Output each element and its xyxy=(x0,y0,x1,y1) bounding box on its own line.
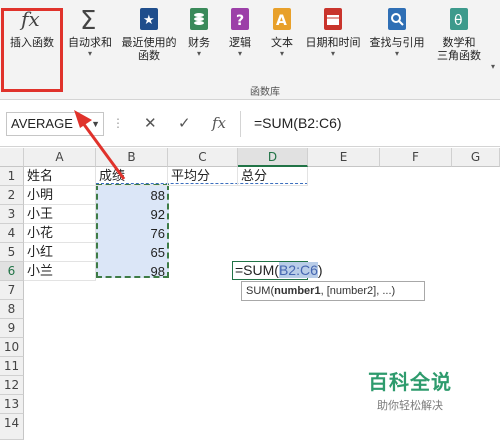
column-header-f[interactable]: F xyxy=(380,148,452,167)
svg-text:A: A xyxy=(276,13,287,29)
math-trig-button[interactable]: θ 数学和 三角函数 xyxy=(432,4,486,62)
active-cell-editor[interactable]: =SUM(B2:C6) xyxy=(232,261,323,280)
date-time-button[interactable]: 日期和时间 ▾ xyxy=(302,4,364,58)
lookup-book-icon xyxy=(388,8,406,30)
enter-check-icon[interactable]: ✓ xyxy=(178,114,191,132)
insert-function-button[interactable]: fx 插入函数 xyxy=(4,4,60,49)
recent-functions-button[interactable]: ★ 最近使用的 函数 xyxy=(116,4,182,62)
chevron-down-icon[interactable]: ▼ xyxy=(91,113,100,135)
row-header[interactable]: 11 xyxy=(0,357,24,376)
cell-name[interactable]: 小红 xyxy=(24,243,96,262)
row-header[interactable]: 14 xyxy=(0,414,24,440)
row-header[interactable]: 2 xyxy=(0,186,24,205)
cell-score[interactable]: 98 xyxy=(96,262,168,281)
cell-score[interactable]: 88 xyxy=(96,186,168,205)
cell-a1[interactable]: 姓名 xyxy=(24,167,96,186)
formula-bar: AVERAGE ▼ ⋮ ✕ ✓ fx =SUM(B2:C6) xyxy=(0,101,500,147)
sigma-icon: Σ xyxy=(80,6,96,34)
math-book-icon: θ xyxy=(450,8,468,30)
text-button[interactable]: A 文本 ▾ xyxy=(266,4,298,58)
cell-name[interactable]: 小花 xyxy=(24,224,96,243)
watermark: 百科全说 助你轻松解决 xyxy=(335,366,485,413)
svg-text:θ: θ xyxy=(454,13,463,29)
column-header-g[interactable]: G xyxy=(452,148,500,167)
row-header[interactable]: 4 xyxy=(0,224,24,243)
svg-text:★: ★ xyxy=(143,13,155,28)
autosum-button[interactable]: Σ 自动求和 ▾ xyxy=(64,4,116,58)
cell-name[interactable]: 小王 xyxy=(24,205,96,224)
row-header[interactable]: 12 xyxy=(0,376,24,395)
star-book-icon: ★ xyxy=(140,8,158,30)
cell-c1[interactable]: 平均分 xyxy=(168,167,238,186)
column-header-c[interactable]: C xyxy=(168,148,238,167)
row-header[interactable]: 6 xyxy=(0,262,24,281)
row-header[interactable]: 10 xyxy=(0,338,24,357)
cell-b1[interactable]: 成绩 xyxy=(96,167,168,186)
insert-function-fx-icon[interactable]: fx xyxy=(212,114,226,132)
lookup-reference-button[interactable]: 查找与引用 ▾ xyxy=(366,4,428,58)
finance-book-icon xyxy=(190,8,208,30)
row-header[interactable]: 8 xyxy=(0,300,24,319)
column-header-d[interactable]: D xyxy=(238,148,308,167)
cell-score[interactable]: 76 xyxy=(96,224,168,243)
logical-button[interactable]: ? 逻辑 ▾ xyxy=(224,4,256,58)
column-header-b[interactable]: B xyxy=(96,148,168,167)
formula-input[interactable]: =SUM(B2:C6) xyxy=(254,115,342,131)
row-header[interactable]: 7 xyxy=(0,281,24,300)
range-reference: B2:C6 xyxy=(278,262,318,278)
watermark-subtitle: 助你轻松解决 xyxy=(377,399,443,412)
more-functions-caret[interactable]: ▾ xyxy=(486,62,500,71)
cell-score[interactable]: 65 xyxy=(96,243,168,262)
cell-d1[interactable]: 总分 xyxy=(238,167,308,186)
cell-name[interactable]: 小兰 xyxy=(24,262,96,281)
row-header[interactable]: 5 xyxy=(0,243,24,262)
watermark-title: 百科全说 xyxy=(368,370,452,394)
row-header[interactable]: 9 xyxy=(0,319,24,338)
cell-score[interactable]: 92 xyxy=(96,205,168,224)
fx-icon: fx xyxy=(19,7,40,31)
svg-text:Σ: Σ xyxy=(80,6,96,34)
row-header[interactable]: 3 xyxy=(0,205,24,224)
svg-text:fx: fx xyxy=(19,7,40,31)
calendar-book-icon xyxy=(324,8,342,30)
name-box[interactable]: AVERAGE ▼ xyxy=(6,112,104,136)
function-syntax-tooltip: SUM(number1, [number2], ...) xyxy=(241,281,425,301)
text-book-icon: A xyxy=(273,8,291,30)
cancel-icon[interactable]: ✕ xyxy=(144,114,157,132)
function-library-label: 函数库 xyxy=(250,87,280,98)
row-header[interactable]: 1 xyxy=(0,167,24,186)
row-header[interactable]: 13 xyxy=(0,395,24,414)
logic-book-icon: ? xyxy=(231,8,249,30)
formula-bar-grip: ⋮ xyxy=(112,116,124,130)
column-header-e[interactable]: E xyxy=(308,148,380,167)
select-all-corner[interactable] xyxy=(0,148,24,167)
financial-button[interactable]: 财务 ▾ xyxy=(184,4,214,58)
formula-bar-divider xyxy=(240,111,241,137)
column-header-a[interactable]: A xyxy=(24,148,96,167)
svg-text:?: ? xyxy=(236,13,244,29)
ribbon: fx 插入函数 Σ 自动求和 ▾ ★ 最近使用的 函数 财务 ▾ ? 逻辑 ▾ … xyxy=(0,0,500,100)
cell-name[interactable]: 小明 xyxy=(24,186,96,205)
